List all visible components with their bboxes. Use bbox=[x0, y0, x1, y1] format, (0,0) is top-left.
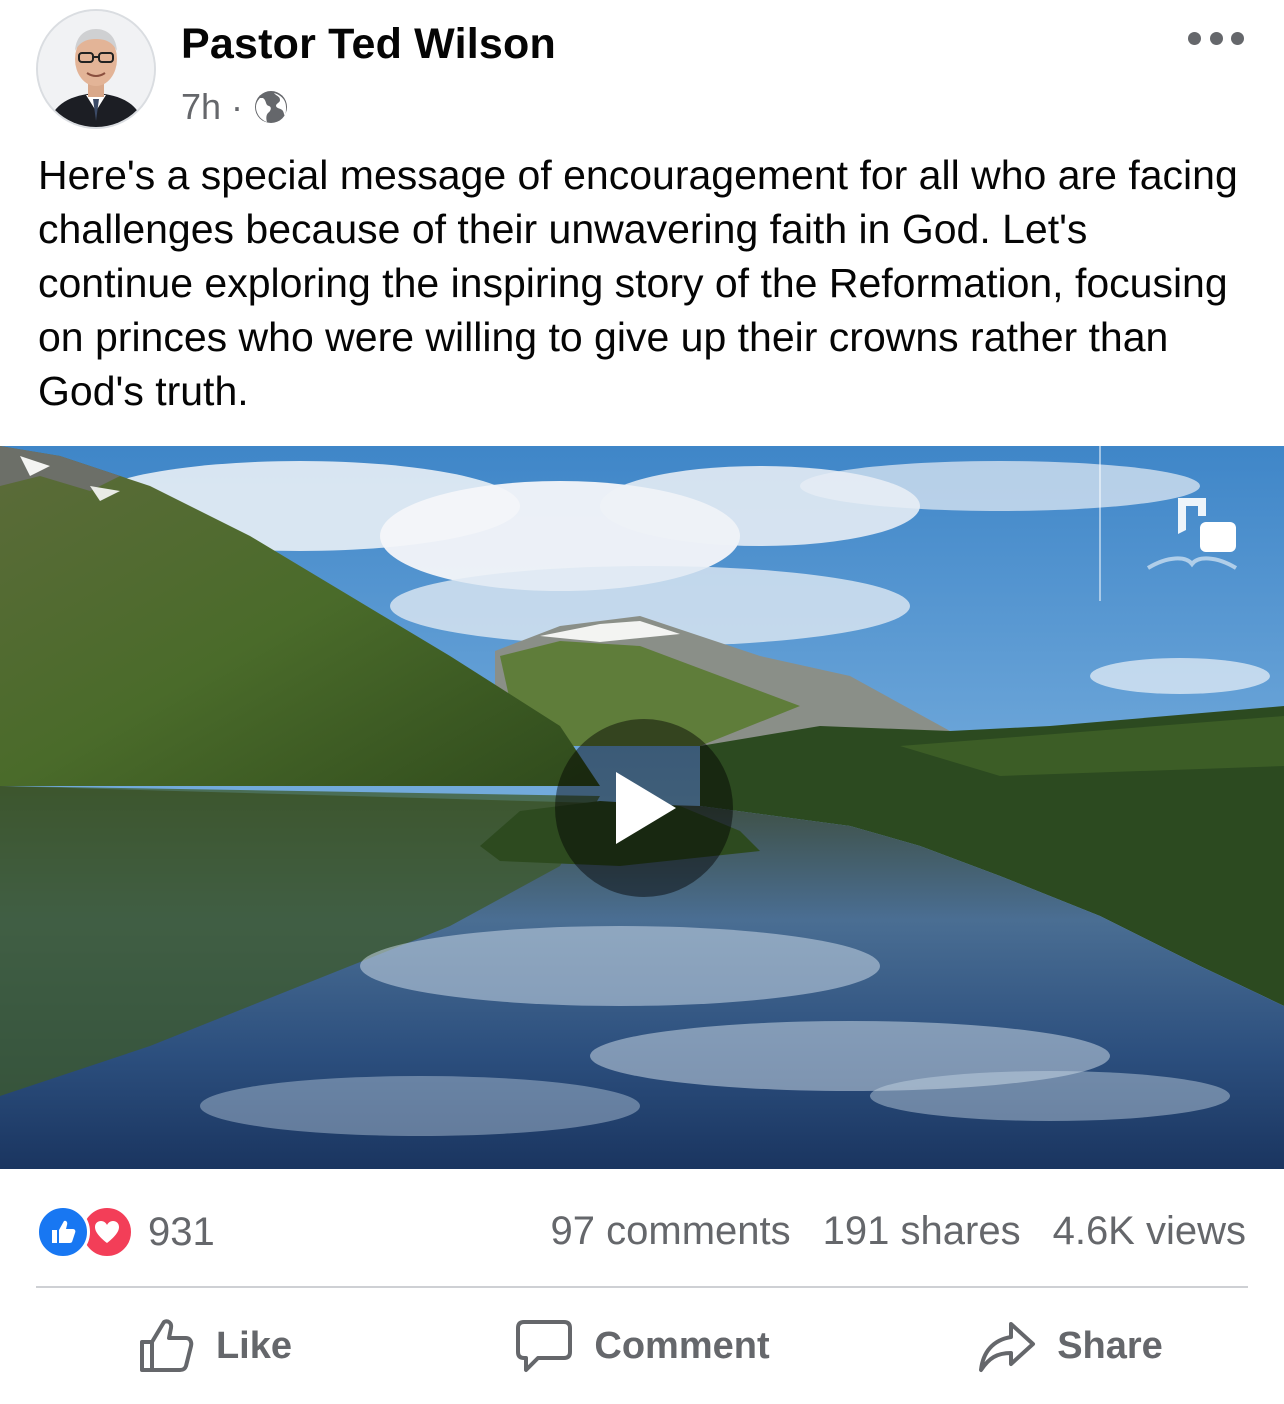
author-avatar[interactable] bbox=[36, 9, 156, 129]
comment-button[interactable]: Comment bbox=[428, 1296, 856, 1396]
globe-icon bbox=[253, 89, 289, 125]
views-count: 4.6K views bbox=[1052, 1209, 1246, 1253]
engagement-counts: 97 comments 191 shares 4.6K views bbox=[551, 1205, 1246, 1257]
church-logo-icon bbox=[1146, 494, 1242, 574]
share-button[interactable]: Share bbox=[856, 1296, 1284, 1396]
actions-divider bbox=[36, 1286, 1248, 1288]
shares-count[interactable]: 191 shares bbox=[823, 1205, 1021, 1257]
reactions-count: 931 bbox=[148, 1209, 215, 1254]
play-icon[interactable] bbox=[555, 719, 733, 897]
meta-separator: · bbox=[231, 86, 244, 127]
reactions-summary[interactable]: 931 bbox=[36, 1205, 215, 1259]
post-timestamp[interactable]: 7h bbox=[181, 86, 221, 128]
comments-count[interactable]: 97 comments bbox=[551, 1205, 791, 1257]
more-options-icon[interactable] bbox=[1188, 24, 1244, 52]
like-reaction-icon bbox=[36, 1205, 90, 1259]
post-text: Here's a special message of encouragemen… bbox=[38, 152, 1238, 414]
share-label: Share bbox=[1057, 1324, 1163, 1367]
thumbs-up-icon bbox=[139, 1319, 194, 1372]
share-arrow-icon bbox=[979, 1322, 1036, 1372]
like-label: Like bbox=[215, 1324, 293, 1367]
author-name[interactable]: Pastor Ted Wilson bbox=[181, 20, 556, 69]
post-meta: 7h · bbox=[181, 84, 289, 130]
post-header: Pastor Ted Wilson 7h · bbox=[0, 0, 1284, 140]
action-bar: Like Comment Share bbox=[0, 1296, 1284, 1396]
like-button[interactable]: Like bbox=[0, 1296, 428, 1396]
engagement-stats: 931 97 comments 191 shares 4.6K views bbox=[0, 1195, 1284, 1267]
comment-label: Comment bbox=[594, 1324, 770, 1367]
comment-bubble-icon bbox=[516, 1320, 573, 1372]
